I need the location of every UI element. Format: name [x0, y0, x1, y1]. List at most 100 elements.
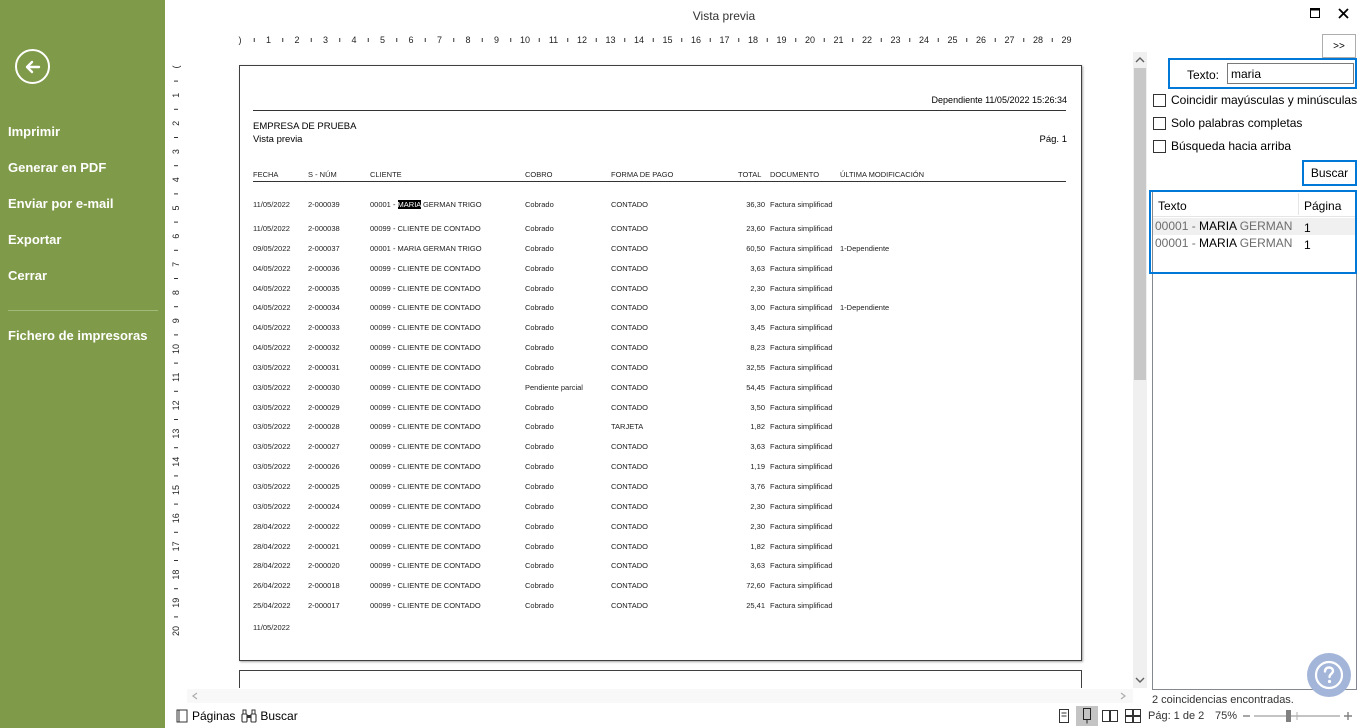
cell-forma-pago: CONTADO	[611, 200, 648, 209]
cliente-text: 00099 - CLIENTE DE CONTADO	[370, 224, 481, 233]
cliente-text: 00099 - CLIENTE DE CONTADO	[370, 442, 481, 451]
cell-fecha: 11/05/2022	[253, 224, 290, 233]
sidebar-item-cerrar[interactable]: Cerrar	[8, 268, 47, 283]
cell-total: 2,30	[750, 284, 765, 293]
cell-forma-pago: CONTADO	[611, 303, 648, 312]
app-window: Imprimir Generar en PDF Enviar por e-mai…	[0, 0, 1360, 728]
result-text-post: GERMAN T	[1239, 236, 1295, 250]
pages-label: Páginas	[192, 709, 236, 723]
cell-cliente: 00099 - CLIENTE DE CONTADO	[370, 502, 481, 511]
cell-num: 2-000037	[308, 244, 340, 253]
help-button[interactable]	[1307, 653, 1351, 697]
report-company: EMPRESA DE PRUEBA	[253, 121, 357, 132]
result-row[interactable]: 00001 - MARIA GERMAN T 1	[1153, 218, 1356, 235]
cliente-text: 00099 - CLIENTE DE CONTADO	[370, 303, 481, 312]
cliente-text: 00099 - CLIENTE DE CONTADO	[370, 522, 481, 531]
cell-total: 54,45	[746, 383, 765, 392]
search-results-list[interactable]: Texto Página 00001 - MARIA GERMAN T 1 00…	[1152, 190, 1357, 690]
cell-documento: Factura simplificad	[770, 200, 833, 209]
cell-fecha: 03/05/2022	[253, 363, 291, 372]
cell-cobro: Cobrado	[525, 482, 554, 491]
match-case-checkbox[interactable]	[1153, 93, 1166, 107]
buscar-button[interactable]: Buscar	[1302, 160, 1357, 186]
ruler-v-label: 6	[171, 234, 181, 239]
vertical-scrollbar[interactable]	[1133, 52, 1147, 688]
arrow-left-circle-icon	[25, 60, 40, 73]
cell-num: 2-000021	[308, 542, 340, 551]
col-header-fecha: FECHA	[253, 170, 279, 179]
cell-num: 2-000032	[308, 343, 340, 352]
option-search-up[interactable]: Búsqueda hacia arriba	[1153, 139, 1291, 153]
results-header-texto[interactable]: Texto	[1158, 199, 1187, 213]
cell-total: 36,30	[746, 200, 765, 209]
cell-cobro: Cobrado	[525, 343, 554, 352]
sidebar-item-generar-pdf[interactable]: Generar en PDF	[8, 160, 106, 175]
cell-cobro: Cobrado	[525, 462, 554, 471]
back-button[interactable]	[15, 49, 50, 84]
ruler-h-label: 22	[862, 35, 872, 45]
ruler-h-label: 1	[266, 35, 271, 45]
search-input[interactable]	[1227, 63, 1354, 84]
col-header-documento: DOCUMENTO	[770, 170, 820, 179]
ruler-h-label: 12	[577, 35, 587, 45]
cell-num: 2-000020	[308, 561, 340, 570]
cliente-text: 00099 - CLIENTE DE CONTADO	[370, 383, 481, 392]
result-text-match: MARIA	[1199, 219, 1237, 233]
sidebar-item-enviar-email[interactable]: Enviar por e-mail	[8, 196, 113, 211]
cell-total: 1,82	[750, 542, 765, 551]
cell-documento: Factura simplificad	[770, 284, 833, 293]
vertical-scroll-thumb[interactable]	[1134, 68, 1146, 380]
sidebar-item-imprimir[interactable]: Imprimir	[8, 124, 60, 139]
cell-documento: Factura simplificad	[770, 323, 833, 332]
zoom-in-icon[interactable]	[1344, 712, 1352, 720]
pages-toggle[interactable]: Páginas	[175, 709, 235, 723]
col-header-num: S - NÚM	[308, 170, 337, 179]
ruler-v-label: 17	[171, 541, 181, 551]
view-single-page-button[interactable]	[1053, 706, 1075, 726]
cell-num: 2-000039	[308, 200, 340, 209]
cliente-text: 00099 - CLIENTE DE CONTADO	[370, 581, 481, 590]
sidebar: Imprimir Generar en PDF Enviar por e-mai…	[0, 0, 165, 728]
whole-words-checkbox[interactable]	[1153, 116, 1166, 130]
cell-num: 2-000038	[308, 224, 340, 233]
view-multi-page-button[interactable]	[1122, 706, 1144, 726]
report-header-right: Dependiente 11/05/2022 15:26:34	[931, 95, 1067, 105]
result-row[interactable]: 00001 - MARIA GERMAN T 1	[1153, 235, 1356, 252]
expand-panel-button[interactable]: >>	[1322, 34, 1356, 58]
cell-forma-pago: CONTADO	[611, 244, 648, 253]
cell-forma-pago: CONTADO	[611, 383, 648, 392]
zoom-thumb[interactable]	[1286, 710, 1291, 722]
cell-total: 32,55	[746, 363, 765, 372]
cell-forma-pago: CONTADO	[611, 442, 648, 451]
search-toggle[interactable]: Buscar	[241, 709, 298, 723]
continuous-page-icon	[1083, 708, 1091, 724]
close-button[interactable]	[1333, 5, 1353, 21]
option-whole-words[interactable]: Solo palabras completas	[1153, 116, 1302, 130]
view-continuous-button[interactable]	[1076, 706, 1098, 726]
ruler-v-label: 14	[171, 457, 181, 467]
maximize-button[interactable]	[1305, 5, 1325, 21]
cell-documento: Factura simplificad	[770, 224, 833, 233]
sidebar-item-exportar[interactable]: Exportar	[8, 232, 61, 247]
sidebar-item-fichero-impresoras[interactable]: Fichero de impresoras	[8, 328, 147, 343]
cliente-text: 00099 - CLIENTE DE CONTADO	[370, 343, 481, 352]
cell-total: 3,63	[750, 264, 765, 273]
horizontal-scrollbar[interactable]	[187, 689, 1133, 703]
cell-fecha: 03/05/2022	[253, 403, 291, 412]
results-header-pagina[interactable]: Página	[1304, 199, 1341, 213]
cell-documento: Factura simplificad	[770, 343, 833, 352]
view-two-pages-button[interactable]	[1099, 706, 1121, 726]
cell-cliente: 00099 - CLIENTE DE CONTADO	[370, 323, 481, 332]
preview-canvas[interactable]: Dependiente 11/05/2022 15:26:34 EMPRESA …	[187, 52, 1133, 688]
ruler-h-label: 11	[549, 35, 558, 45]
single-page-icon	[1059, 709, 1069, 723]
col-header-total: TOTAL	[738, 170, 762, 179]
cell-cliente: 00099 - CLIENTE DE CONTADO	[370, 542, 481, 551]
cell-num: 2-000027	[308, 442, 340, 451]
ruler-v-label: 8	[171, 290, 181, 295]
zoom-slider[interactable]	[1240, 708, 1355, 724]
search-up-checkbox[interactable]	[1153, 139, 1166, 153]
option-match-case[interactable]: Coincidir mayúsculas y minúsculas	[1153, 93, 1357, 107]
cell-num: 2-000022	[308, 522, 340, 531]
cell-cliente: 00099 - CLIENTE DE CONTADO	[370, 403, 481, 412]
